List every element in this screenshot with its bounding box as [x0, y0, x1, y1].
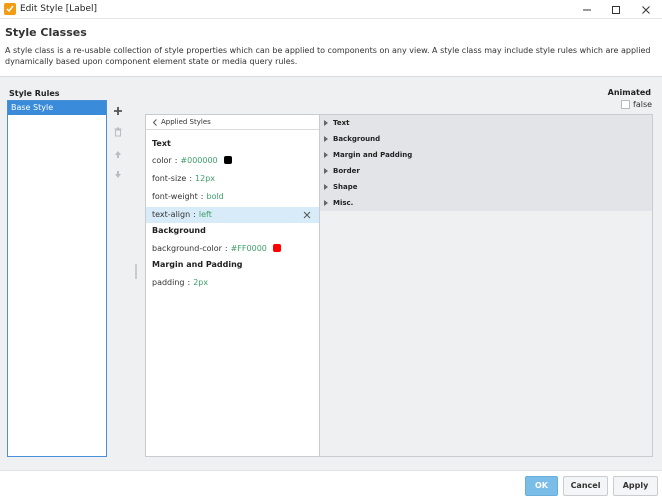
applied-styles-panel: Applied Styles Text color: #000000 font-s…: [145, 114, 320, 457]
prop-key: text-align: [152, 210, 191, 219]
style-categories-panel: Text Background Margin and Padding Borde…: [320, 114, 653, 457]
category-misc[interactable]: Misc.: [320, 195, 652, 211]
color-swatch[interactable]: [223, 156, 232, 164]
add-rule-button[interactable]: [112, 105, 124, 117]
apply-button[interactable]: Apply: [613, 476, 658, 496]
add-icon: [114, 107, 122, 115]
prop-key: font-weight: [152, 192, 198, 201]
category-label: Shape: [333, 183, 358, 191]
move-down-button[interactable]: [112, 169, 124, 181]
prop-key: font-size: [152, 174, 187, 183]
category-border[interactable]: Border: [320, 163, 652, 179]
prop-row-text-align[interactable]: text-align: left: [146, 207, 319, 223]
animated-checkbox[interactable]: [621, 100, 630, 109]
expand-arrow-icon: [324, 184, 328, 190]
expand-arrow-icon: [324, 168, 328, 174]
prop-value: left: [198, 210, 212, 219]
minimize-icon: [583, 9, 591, 10]
title-bar: Edit Style [Label]: [0, 0, 662, 19]
category-label: Text: [333, 119, 350, 127]
expand-arrow-icon: [324, 120, 328, 126]
delete-icon: [114, 127, 122, 137]
prop-value: #FF0000: [230, 244, 267, 253]
app-logo-icon: [4, 3, 16, 15]
prop-key: color: [152, 156, 172, 165]
category-label: Margin and Padding: [333, 151, 413, 159]
section-margin-padding-heading: Margin and Padding: [152, 260, 243, 269]
move-up-button[interactable]: [112, 148, 124, 160]
ok-button[interactable]: OK: [525, 476, 558, 496]
prop-value: bold: [206, 192, 224, 201]
maximize-button[interactable]: [601, 0, 631, 19]
animated-label: Animated: [607, 88, 651, 97]
style-rules-list: Base Style: [7, 100, 107, 457]
move-up-icon: [115, 151, 121, 158]
category-shape[interactable]: Shape: [320, 179, 652, 195]
maximize-icon: [612, 5, 620, 14]
prop-value: 12px: [195, 174, 216, 183]
close-icon: [642, 5, 650, 14]
expand-arrow-icon: [324, 152, 328, 158]
applied-styles-header[interactable]: Applied Styles: [146, 115, 319, 130]
color-swatch[interactable]: [272, 244, 281, 252]
move-down-icon: [115, 171, 121, 178]
cancel-button[interactable]: Cancel: [563, 476, 608, 496]
style-rules-label: Style Rules: [9, 89, 60, 98]
prop-value: 2px: [193, 278, 209, 287]
category-margin-padding[interactable]: Margin and Padding: [320, 147, 652, 163]
animated-value: false: [633, 100, 653, 109]
category-label: Misc.: [333, 199, 354, 207]
section-background-heading: Background: [152, 226, 206, 235]
remove-property-icon[interactable]: [303, 211, 311, 219]
applied-styles-title: Applied Styles: [161, 118, 211, 126]
close-button[interactable]: [631, 0, 661, 19]
page-title: Style Classes: [5, 26, 87, 39]
page-description: A style class is a re-usable collection …: [5, 46, 651, 66]
delete-rule-button[interactable]: [112, 126, 124, 138]
category-background[interactable]: Background: [320, 131, 652, 147]
rule-item-base-style[interactable]: Base Style: [8, 101, 106, 115]
prop-row-background-color[interactable]: background-color: #FF0000: [146, 241, 319, 257]
prop-row-font-weight[interactable]: font-weight: bold: [146, 189, 319, 205]
prop-key: background-color: [152, 244, 222, 253]
minimize-button[interactable]: [572, 0, 602, 19]
section-text-heading: Text: [152, 139, 171, 148]
category-label: Border: [333, 167, 360, 175]
prop-row-color[interactable]: color: #000000: [146, 153, 319, 169]
chevron-left-icon: [152, 119, 157, 126]
dialog-footer: OK Cancel Apply: [0, 470, 662, 500]
expand-arrow-icon: [324, 136, 328, 142]
category-label: Background: [333, 135, 381, 143]
category-text[interactable]: Text: [320, 115, 652, 131]
expand-arrow-icon: [324, 200, 328, 206]
prop-key: padding: [152, 278, 185, 287]
prop-row-padding[interactable]: padding:2px: [146, 275, 319, 291]
window-title: Edit Style [Label]: [20, 4, 98, 14]
prop-row-font-size[interactable]: font-size:12px: [146, 171, 319, 187]
panel-divider-handle[interactable]: [135, 264, 137, 279]
prop-value: #000000: [180, 156, 218, 165]
